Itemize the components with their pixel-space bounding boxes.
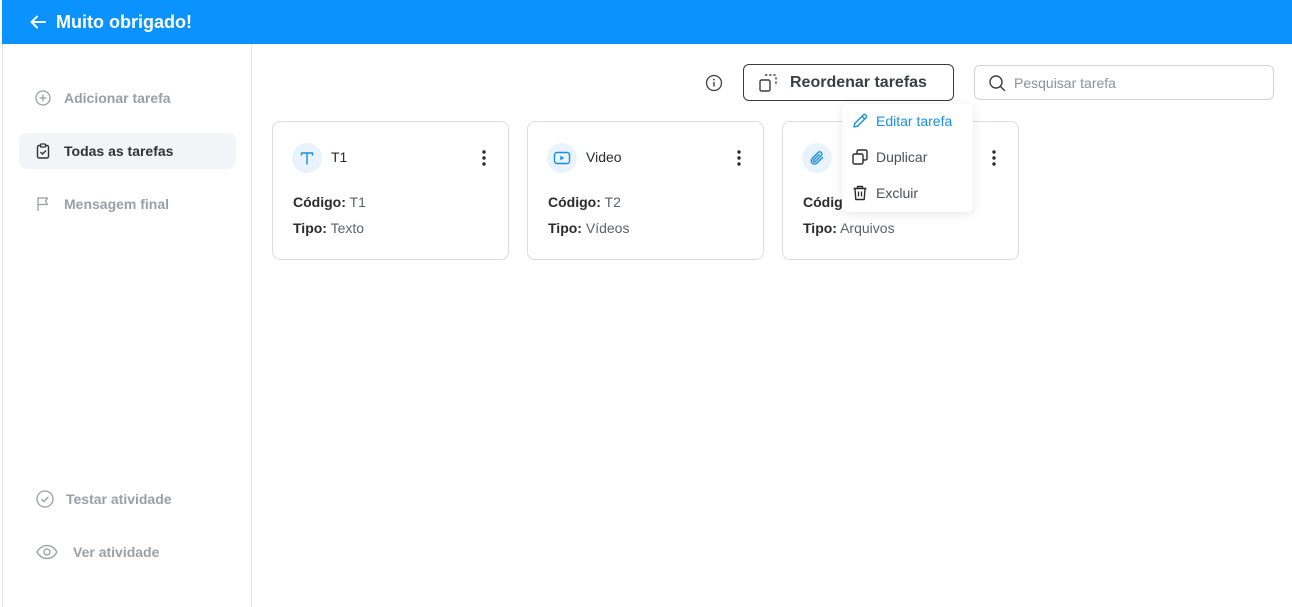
copy-icon xyxy=(851,148,869,166)
task-type-value: Texto xyxy=(330,220,365,236)
task-type-value: Vídeos xyxy=(585,220,630,236)
reorder-tasks-button[interactable]: Reordenar tarefas xyxy=(743,64,954,101)
top-bar: Muito obrigado! xyxy=(2,0,1292,44)
task-type-label: Tipo: xyxy=(293,220,327,236)
task-type: Tipo: Texto xyxy=(293,220,364,236)
more-vertical-icon[interactable] xyxy=(729,147,749,169)
task-type-value: Arquivos xyxy=(840,220,895,236)
clipboard-check-icon xyxy=(34,142,52,160)
menu-item-delete[interactable]: Excluir xyxy=(842,178,973,208)
sidebar-item-label: Todas as tarefas xyxy=(64,143,174,159)
check-circle-icon xyxy=(36,490,54,508)
flag-icon xyxy=(34,195,52,213)
task-code-label: Código: xyxy=(548,194,601,210)
info-icon[interactable] xyxy=(704,73,724,93)
task-title: Video xyxy=(586,149,622,165)
menu-item-duplicate[interactable]: Duplicar xyxy=(842,142,973,172)
menu-item-label: Duplicar xyxy=(876,149,928,165)
task-type-label: Tipo: xyxy=(548,220,582,236)
task-type: Tipo: Vídeos xyxy=(548,220,629,236)
menu-item-label: Editar tarefa xyxy=(876,113,953,129)
page-title: Muito obrigado! xyxy=(56,11,192,32)
search-icon xyxy=(988,74,1006,92)
trash-icon xyxy=(851,184,869,202)
video-icon xyxy=(547,143,577,173)
sidebar-item-test-activity[interactable]: Testar atividade xyxy=(19,481,236,517)
search-box xyxy=(974,65,1274,100)
paperclip-icon xyxy=(802,143,832,173)
task-context-menu: Editar tarefa Duplicar Excluir xyxy=(842,104,973,212)
task-code: Código: T1 xyxy=(293,194,366,210)
task-type-label: Tipo: xyxy=(803,220,837,236)
more-vertical-icon[interactable] xyxy=(474,147,494,169)
sidebar-item-label: Testar atividade xyxy=(66,491,172,507)
task-type: Tipo: Arquivos xyxy=(803,220,895,236)
reorder-tasks-label: Reordenar tarefas xyxy=(790,73,927,91)
sidebar-item-view-activity[interactable]: Ver atividade xyxy=(19,534,236,570)
text-icon xyxy=(292,143,322,173)
sidebar: Adicionar tarefa Todas as tarefas Mensag… xyxy=(2,44,252,607)
search-input[interactable] xyxy=(1014,74,1254,91)
sidebar-item-add-task[interactable]: Adicionar tarefa xyxy=(19,80,236,116)
menu-item-label: Excluir xyxy=(876,185,919,201)
reorder-icon xyxy=(758,73,778,93)
task-card[interactable]: T1 Código: T1 Tipo: Texto xyxy=(272,121,509,260)
task-code-label: Códig xyxy=(803,194,843,210)
back-arrow-icon[interactable] xyxy=(26,10,50,34)
task-code: Códig xyxy=(803,194,843,210)
task-code-value: T2 xyxy=(604,194,621,210)
pencil-icon xyxy=(851,112,869,130)
task-card[interactable]: Video Código: T2 Tipo: Vídeos xyxy=(527,121,764,260)
task-code-label: Código: xyxy=(293,194,346,210)
more-vertical-icon[interactable] xyxy=(984,147,1004,169)
sidebar-item-label: Mensagem final xyxy=(64,196,170,212)
task-code-value: T1 xyxy=(349,194,366,210)
sidebar-item-all-tasks[interactable]: Todas as tarefas xyxy=(19,133,236,169)
menu-item-edit-task[interactable]: Editar tarefa xyxy=(842,106,973,136)
sidebar-item-final-message[interactable]: Mensagem final xyxy=(19,186,236,222)
eye-icon xyxy=(36,543,58,561)
sidebar-item-label: Adicionar tarefa xyxy=(64,90,171,106)
task-code: Código: T2 xyxy=(548,194,621,210)
sidebar-item-label: Ver atividade xyxy=(73,544,160,560)
task-title: T1 xyxy=(331,149,348,165)
plus-circle-icon xyxy=(34,89,52,107)
